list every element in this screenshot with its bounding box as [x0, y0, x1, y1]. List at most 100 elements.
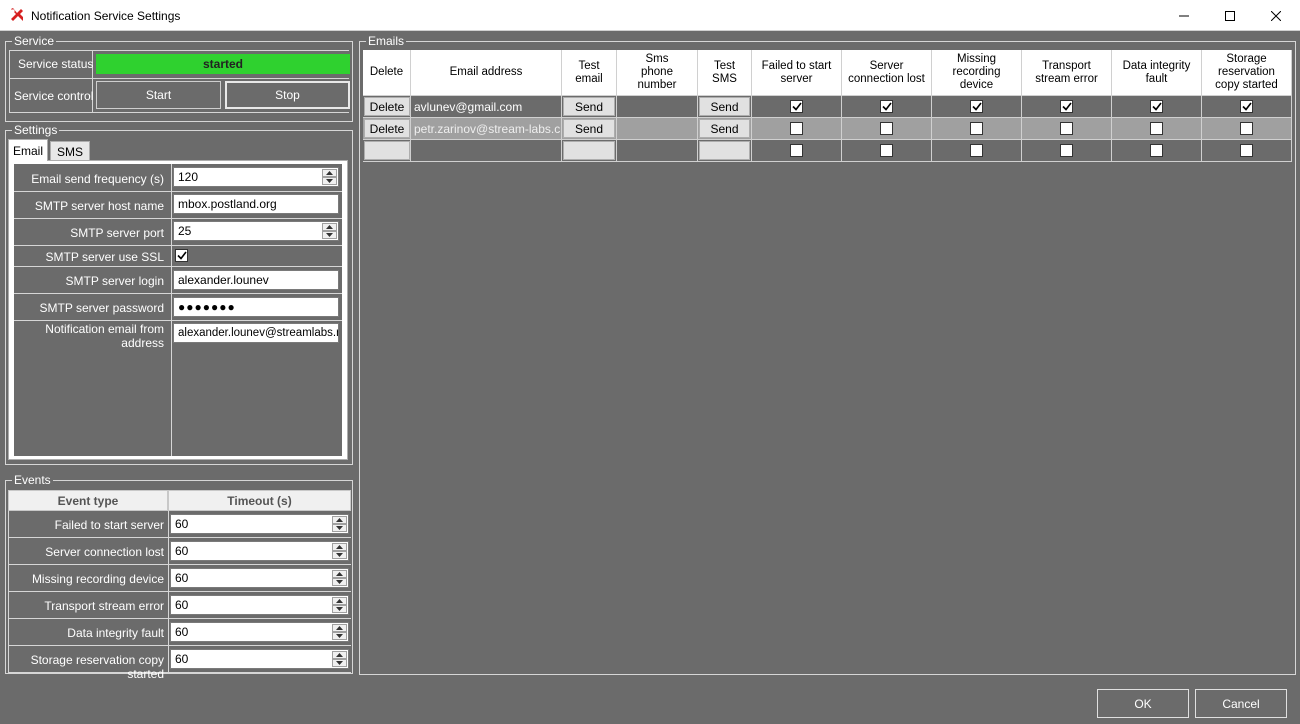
event-type-header: Event type — [8, 490, 168, 511]
spin-buttons[interactable] — [332, 624, 347, 640]
spin-buttons[interactable] — [332, 570, 347, 586]
divider — [9, 50, 10, 113]
cancel-button[interactable]: Cancel — [1195, 689, 1287, 718]
event-checkbox-integrity[interactable] — [1150, 144, 1163, 157]
column-header-sms-phone: Sms phone number — [617, 50, 698, 96]
spin-down-icon[interactable] — [332, 578, 347, 586]
event-checkbox-failed-start[interactable] — [790, 144, 803, 157]
event-checkbox-integrity[interactable] — [1150, 122, 1163, 135]
test-email-button[interactable] — [563, 141, 615, 160]
spin-up-icon[interactable] — [332, 516, 347, 524]
grid-cell — [617, 140, 698, 162]
spin-up-icon[interactable] — [332, 597, 347, 605]
email-address-cell[interactable]: petr.zarinov@stream-labs.com — [414, 122, 560, 136]
divider — [9, 78, 349, 79]
service-legend: Service — [12, 34, 57, 48]
divider — [14, 245, 342, 246]
start-button[interactable]: Start — [96, 81, 221, 109]
spin-buttons[interactable] — [332, 543, 347, 559]
timeout-stepper[interactable]: 60 — [170, 622, 349, 642]
spin-up-icon[interactable] — [322, 223, 337, 231]
event-checkbox-failed-start[interactable] — [790, 100, 803, 113]
tab-email[interactable]: Email — [8, 139, 48, 161]
event-checkbox-missing-device[interactable] — [970, 100, 983, 113]
event-checkbox-storage[interactable] — [1240, 144, 1253, 157]
spin-up-icon[interactable] — [332, 570, 347, 578]
test-sms-button[interactable]: Send — [699, 119, 750, 138]
minimize-icon — [1179, 15, 1189, 16]
emails-legend: Emails — [366, 34, 407, 48]
test-sms-button[interactable] — [699, 141, 750, 160]
column-header-delete: Delete — [363, 50, 411, 96]
smtp-login-input[interactable]: alexander.lounev — [173, 270, 339, 290]
smtp-ssl-label: SMTP server use SSL — [45, 250, 165, 264]
delete-row-button[interactable]: Delete — [364, 97, 410, 116]
spin-down-icon[interactable] — [332, 659, 347, 667]
stop-button[interactable]: Stop — [225, 81, 350, 109]
spin-down-icon[interactable] — [332, 524, 347, 532]
column-header-test-sms: Test SMS — [698, 50, 752, 96]
spin-buttons[interactable] — [332, 651, 347, 667]
spin-up-icon[interactable] — [332, 651, 347, 659]
maximize-button[interactable] — [1207, 0, 1253, 31]
checkmark-icon — [1061, 102, 1072, 111]
column-header-missing-device: Missing recording device — [932, 50, 1022, 96]
spin-buttons[interactable] — [332, 597, 347, 613]
tab-sms[interactable]: SMS — [50, 141, 90, 161]
ok-button[interactable]: OK — [1097, 689, 1189, 718]
spin-down-icon[interactable] — [332, 551, 347, 559]
send-frequency-stepper[interactable]: 120 — [173, 167, 339, 187]
spin-up-icon[interactable] — [332, 624, 347, 632]
event-checkbox-integrity[interactable] — [1150, 100, 1163, 113]
spin-down-icon[interactable] — [332, 605, 347, 613]
spin-buttons[interactable] — [322, 169, 337, 185]
smtp-port-stepper[interactable]: 25 — [173, 221, 339, 241]
event-checkbox-conn-lost[interactable] — [880, 144, 893, 157]
timeout-stepper[interactable]: 60 — [170, 649, 349, 669]
divider — [168, 511, 169, 538]
spin-down-icon[interactable] — [322, 177, 337, 185]
from-address-input[interactable]: alexander.lounev@streamlabs.ru — [173, 323, 339, 343]
smtp-login-label: SMTP server login — [65, 274, 164, 288]
test-sms-button[interactable]: Send — [699, 97, 750, 116]
spin-down-icon[interactable] — [332, 632, 347, 640]
close-button[interactable] — [1253, 0, 1299, 31]
delete-row-button[interactable] — [364, 141, 410, 160]
event-checkbox-storage[interactable] — [1240, 122, 1253, 135]
spin-down-icon[interactable] — [322, 231, 337, 239]
delete-row-button[interactable]: Delete — [364, 119, 410, 138]
send-frequency-value: 120 — [178, 170, 199, 184]
settings-legend: Settings — [12, 123, 60, 137]
spin-buttons[interactable] — [322, 223, 337, 239]
divider — [8, 591, 351, 592]
service-control-label: Service control — [14, 89, 94, 103]
email-address-cell[interactable]: avlunev@gmail.com — [414, 100, 560, 114]
event-checkbox-missing-device[interactable] — [970, 122, 983, 135]
test-email-button[interactable]: Send — [563, 119, 615, 138]
event-checkbox-conn-lost[interactable] — [880, 122, 893, 135]
timeout-stepper[interactable]: 60 — [170, 595, 349, 615]
timeout-stepper[interactable]: 60 — [170, 541, 349, 561]
event-checkbox-ts-error[interactable] — [1060, 144, 1073, 157]
minimize-button[interactable] — [1161, 0, 1207, 31]
test-email-button[interactable]: Send — [563, 97, 615, 116]
spin-up-icon[interactable] — [322, 169, 337, 177]
smtp-ssl-checkbox[interactable] — [175, 249, 188, 262]
spin-up-icon[interactable] — [332, 543, 347, 551]
divider — [9, 112, 349, 113]
smtp-host-input[interactable]: mbox.postland.org — [173, 194, 339, 214]
event-checkbox-ts-error[interactable] — [1060, 100, 1073, 113]
event-checkbox-conn-lost[interactable] — [880, 100, 893, 113]
maximize-icon — [1225, 10, 1235, 21]
checkmark-icon — [881, 102, 892, 111]
timeout-stepper[interactable]: 60 — [170, 568, 349, 588]
event-checkbox-failed-start[interactable] — [790, 122, 803, 135]
smtp-password-input[interactable]: ●●●●●●● — [173, 297, 339, 317]
spin-buttons[interactable] — [332, 516, 347, 532]
event-checkbox-ts-error[interactable] — [1060, 122, 1073, 135]
event-type-label: Failed to start server — [54, 518, 164, 532]
event-checkbox-storage[interactable] — [1240, 100, 1253, 113]
event-checkbox-missing-device[interactable] — [970, 144, 983, 157]
grid-cell — [411, 140, 562, 162]
timeout-stepper[interactable]: 60 — [170, 514, 349, 534]
